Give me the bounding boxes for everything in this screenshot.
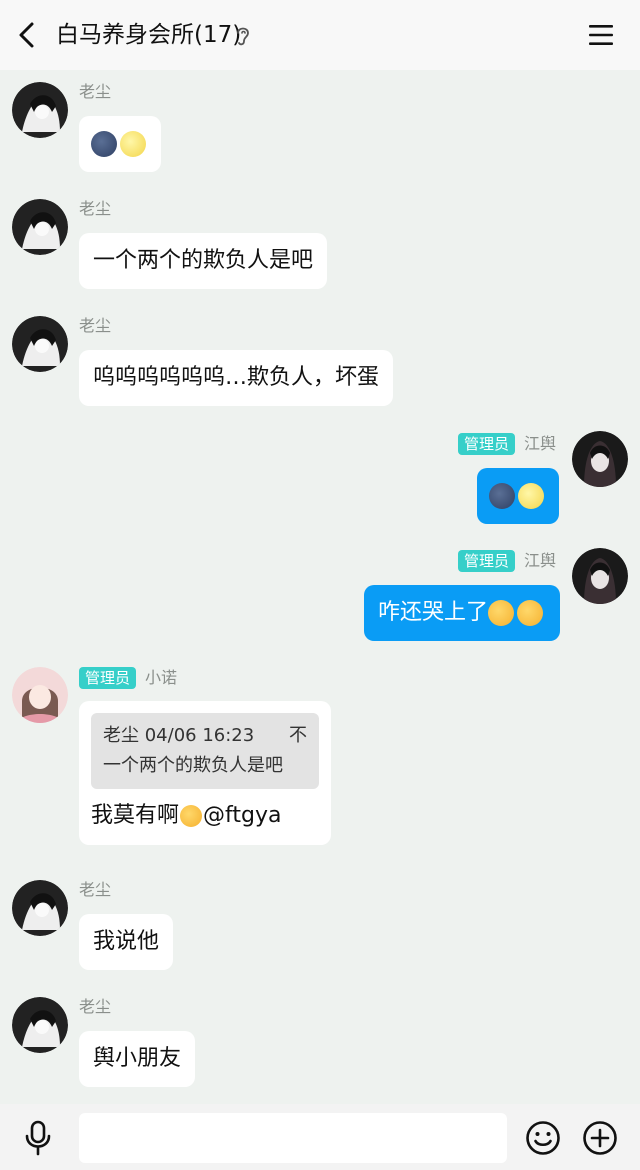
message-bubble[interactable]: 我说他 (79, 914, 174, 970)
message-text: 咋还哭上了 (378, 600, 489, 625)
avatar[interactable] (12, 667, 68, 723)
avatar[interactable] (572, 431, 628, 487)
sender-name: 老尘 (79, 997, 112, 1016)
admin-badge: 管理员 (79, 667, 137, 689)
back-icon[interactable] (14, 20, 40, 50)
smiley-icon[interactable] (525, 1120, 561, 1156)
sender-name: 小诺 (145, 668, 178, 687)
quoted-message[interactable]: 老尘 04/06 16:23 不 一个两个的欺负人是吧 (91, 713, 319, 789)
microphone-icon[interactable] (22, 1120, 54, 1156)
message-bubble[interactable]: 呜呜呜呜呜呜…欺负人，坏蛋 (79, 350, 394, 406)
tongue-face-emoji (488, 600, 515, 626)
quote-author-time: 老尘 04/06 16:23 (103, 725, 255, 746)
mention-link[interactable]: @ftgya (203, 803, 281, 828)
sender-name: 老尘 (79, 199, 112, 218)
avatar[interactable] (12, 880, 68, 936)
avatar[interactable] (12, 997, 68, 1053)
admin-badge: 管理员 (458, 433, 516, 455)
avatar[interactable] (12, 82, 68, 138)
reply-text-main: 我莫有啊 (91, 803, 180, 828)
chat-title[interactable]: 白马养身会所(17) (56, 20, 241, 50)
tongue-face-emoji (517, 600, 544, 626)
sender-name: 老尘 (79, 880, 112, 899)
avatar[interactable] (12, 316, 68, 372)
message-bubble[interactable]: 咋还哭上了 (364, 585, 561, 641)
message-bubble[interactable] (79, 116, 161, 172)
input-bar (0, 1104, 640, 1170)
new-moon-face-emoji (489, 483, 515, 509)
full-moon-face-emoji (518, 483, 544, 509)
ear-icon[interactable] (234, 24, 252, 48)
chat-header: 白马养身会所(17) (0, 0, 640, 70)
message-list[interactable]: 老尘 老尘 一个两个的欺负人是吧 老尘 呜呜呜呜呜呜…欺负人，坏蛋 管理员 江舆 (0, 70, 640, 1104)
sender-name: 江舆 (524, 434, 557, 453)
quote-text: 一个两个的欺负人是吧 (103, 755, 283, 776)
new-moon-face-emoji (91, 131, 117, 157)
reply-text: 我莫有啊 @ftgya (91, 801, 319, 831)
message-bubble[interactable] (477, 468, 559, 524)
avatar[interactable] (12, 199, 68, 255)
plus-circle-icon[interactable] (582, 1120, 618, 1156)
sender-name: 江舆 (524, 551, 557, 570)
sender-name: 老尘 (79, 316, 112, 335)
full-moon-face-emoji (120, 131, 146, 157)
message-bubble[interactable]: 老尘 04/06 16:23 不 一个两个的欺负人是吧 我莫有啊 @ftgya (79, 701, 331, 845)
menu-icon[interactable] (588, 22, 614, 48)
message-bubble[interactable]: 一个两个的欺负人是吧 (79, 233, 328, 289)
avatar[interactable] (572, 548, 628, 604)
quote-pin-label: 不 (289, 725, 307, 746)
message-input[interactable] (79, 1113, 507, 1163)
grin-face-emoji (180, 805, 203, 827)
admin-badge: 管理员 (458, 550, 516, 572)
message-bubble[interactable]: 舆小朋友 (79, 1031, 196, 1087)
sender-name: 老尘 (79, 82, 112, 101)
